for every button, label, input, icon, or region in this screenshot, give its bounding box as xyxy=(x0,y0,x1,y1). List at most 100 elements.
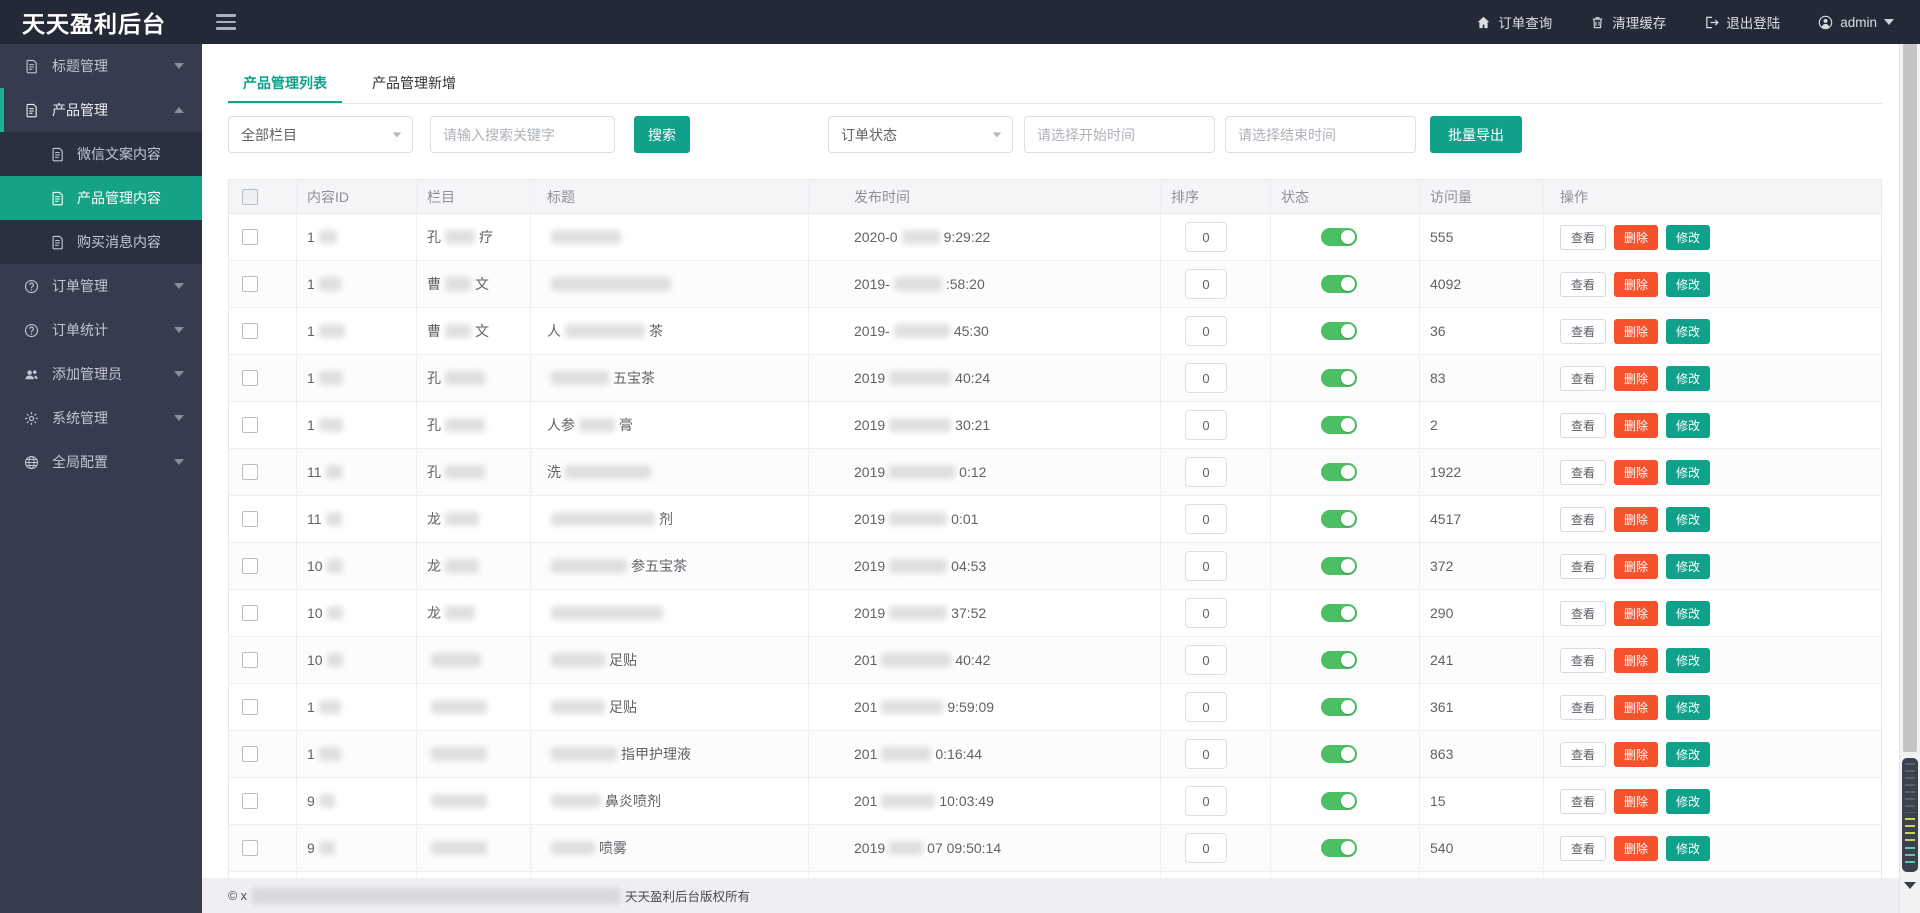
edit-button[interactable]: 修改 xyxy=(1666,365,1711,391)
view-button[interactable]: 查看 xyxy=(1560,835,1607,861)
row-checkbox[interactable] xyxy=(242,840,258,856)
row-checkbox[interactable] xyxy=(242,323,258,339)
status-toggle[interactable] xyxy=(1321,698,1357,716)
delete-button[interactable]: 删除 xyxy=(1614,271,1659,297)
edit-button[interactable]: 修改 xyxy=(1666,788,1711,814)
status-toggle[interactable] xyxy=(1321,557,1357,575)
sort-input[interactable]: 0 xyxy=(1185,504,1227,534)
delete-button[interactable]: 删除 xyxy=(1614,224,1659,250)
edit-button[interactable]: 修改 xyxy=(1666,741,1711,767)
edit-button[interactable]: 修改 xyxy=(1666,224,1711,250)
sort-input[interactable]: 0 xyxy=(1185,457,1227,487)
sidebar-item-global-config[interactable]: 全局配置 xyxy=(0,440,202,484)
sort-input[interactable]: 0 xyxy=(1185,269,1227,299)
edit-button[interactable]: 修改 xyxy=(1666,271,1711,297)
view-button[interactable]: 查看 xyxy=(1560,318,1607,344)
sidebar-item-purchase-message[interactable]: 购买消息内容 xyxy=(0,220,202,264)
status-toggle[interactable] xyxy=(1321,369,1357,387)
start-time-input[interactable] xyxy=(1024,116,1215,153)
view-button[interactable]: 查看 xyxy=(1560,788,1607,814)
select-all-checkbox[interactable] xyxy=(242,188,258,205)
edit-button[interactable]: 修改 xyxy=(1666,600,1711,626)
view-button[interactable]: 查看 xyxy=(1560,224,1607,250)
sort-input[interactable]: 0 xyxy=(1185,739,1227,769)
sort-input[interactable]: 0 xyxy=(1185,410,1227,440)
delete-button[interactable]: 删除 xyxy=(1614,741,1659,767)
sort-input[interactable]: 0 xyxy=(1185,786,1227,816)
sidebar-item-order-stats[interactable]: 订单统计 xyxy=(0,308,202,352)
edit-button[interactable]: 修改 xyxy=(1666,694,1711,720)
delete-button[interactable]: 删除 xyxy=(1614,459,1659,485)
user-menu[interactable]: admin xyxy=(1818,15,1894,30)
scroll-caret-icon[interactable] xyxy=(1904,882,1916,889)
status-toggle[interactable] xyxy=(1321,839,1357,857)
delete-button[interactable]: 删除 xyxy=(1614,412,1659,438)
search-button[interactable]: 搜索 xyxy=(634,116,690,153)
status-toggle[interactable] xyxy=(1321,228,1357,246)
edit-button[interactable]: 修改 xyxy=(1666,318,1711,344)
sort-input[interactable]: 0 xyxy=(1185,551,1227,581)
view-button[interactable]: 查看 xyxy=(1560,459,1607,485)
row-checkbox[interactable] xyxy=(242,229,258,245)
tab-product-add[interactable]: 产品管理新增 xyxy=(357,70,471,103)
delete-button[interactable]: 删除 xyxy=(1614,506,1659,532)
sidebar-item-product-content[interactable]: 产品管理内容 xyxy=(0,176,202,220)
status-toggle[interactable] xyxy=(1321,651,1357,669)
delete-button[interactable]: 删除 xyxy=(1614,835,1659,861)
delete-button[interactable]: 删除 xyxy=(1614,365,1659,391)
status-toggle[interactable] xyxy=(1321,322,1357,340)
tab-product-list[interactable]: 产品管理列表 xyxy=(228,70,342,103)
view-button[interactable]: 查看 xyxy=(1560,694,1607,720)
sort-input[interactable]: 0 xyxy=(1185,833,1227,863)
edit-button[interactable]: 修改 xyxy=(1666,506,1711,532)
page-scrollbar-thumb[interactable] xyxy=(1903,44,1917,752)
sort-input[interactable]: 0 xyxy=(1185,316,1227,346)
row-checkbox[interactable] xyxy=(242,511,258,527)
sidebar-item-system-mgmt[interactable]: 系统管理 xyxy=(0,396,202,440)
batch-export-button[interactable]: 批量导出 xyxy=(1430,116,1522,153)
delete-button[interactable]: 删除 xyxy=(1614,553,1659,579)
delete-button[interactable]: 删除 xyxy=(1614,318,1659,344)
edit-button[interactable]: 修改 xyxy=(1666,459,1711,485)
row-checkbox[interactable] xyxy=(242,558,258,574)
order-status-select[interactable]: 订单状态 xyxy=(828,116,1013,153)
view-button[interactable]: 查看 xyxy=(1560,365,1607,391)
status-toggle[interactable] xyxy=(1321,416,1357,434)
status-toggle[interactable] xyxy=(1321,463,1357,481)
row-checkbox[interactable] xyxy=(242,652,258,668)
row-checkbox[interactable] xyxy=(242,370,258,386)
row-checkbox[interactable] xyxy=(242,699,258,715)
sort-input[interactable]: 0 xyxy=(1185,692,1227,722)
view-button[interactable]: 查看 xyxy=(1560,553,1607,579)
edit-button[interactable]: 修改 xyxy=(1666,412,1711,438)
edit-button[interactable]: 修改 xyxy=(1666,835,1711,861)
delete-button[interactable]: 删除 xyxy=(1614,647,1659,673)
row-checkbox[interactable] xyxy=(242,746,258,762)
edit-button[interactable]: 修改 xyxy=(1666,553,1711,579)
row-checkbox[interactable] xyxy=(242,417,258,433)
sort-input[interactable]: 0 xyxy=(1185,645,1227,675)
row-checkbox[interactable] xyxy=(242,464,258,480)
sidebar-item-add-admin[interactable]: 添加管理员 xyxy=(0,352,202,396)
search-input[interactable] xyxy=(430,116,615,153)
sidebar-item-product-mgmt[interactable]: 产品管理 xyxy=(0,88,202,132)
view-button[interactable]: 查看 xyxy=(1560,600,1607,626)
status-toggle[interactable] xyxy=(1321,275,1357,293)
menu-order-query[interactable]: 订单查询 xyxy=(1476,12,1552,32)
menu-logout[interactable]: 退出登陆 xyxy=(1704,12,1780,32)
sidebar-item-title-mgmt[interactable]: 标题管理 xyxy=(0,44,202,88)
sort-input[interactable]: 0 xyxy=(1185,222,1227,252)
end-time-input[interactable] xyxy=(1225,116,1416,153)
hamburger-icon[interactable] xyxy=(216,14,236,30)
view-button[interactable]: 查看 xyxy=(1560,506,1607,532)
view-button[interactable]: 查看 xyxy=(1560,412,1607,438)
status-toggle[interactable] xyxy=(1321,510,1357,528)
row-checkbox[interactable] xyxy=(242,793,258,809)
delete-button[interactable]: 删除 xyxy=(1614,788,1659,814)
view-button[interactable]: 查看 xyxy=(1560,741,1607,767)
edit-button[interactable]: 修改 xyxy=(1666,647,1711,673)
sort-input[interactable]: 0 xyxy=(1185,598,1227,628)
scroll-minimap-widget[interactable] xyxy=(1902,758,1918,872)
category-select[interactable]: 全部栏目 xyxy=(228,116,413,153)
delete-button[interactable]: 删除 xyxy=(1614,694,1659,720)
